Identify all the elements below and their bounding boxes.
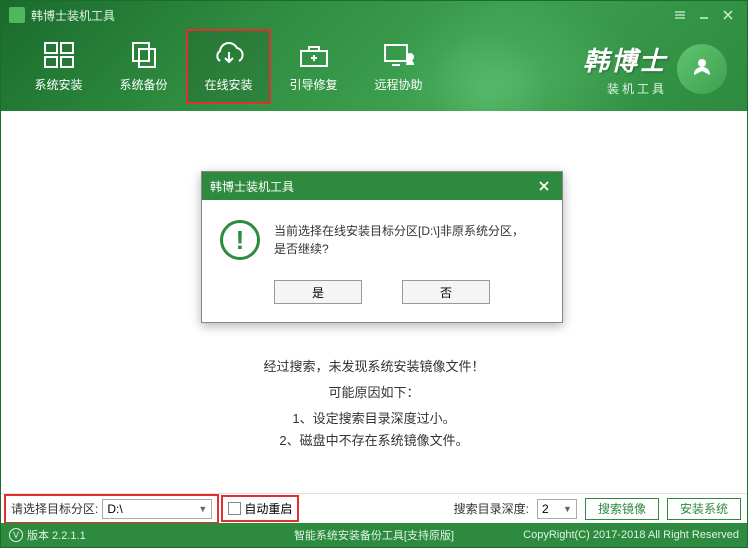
search-depth-value: 2 — [542, 502, 549, 516]
nav-boot-repair[interactable]: 引导修复 — [271, 29, 356, 104]
nav-label: 系统安装 — [34, 76, 82, 93]
version-icon: V — [9, 528, 23, 542]
chevron-down-icon: ▼ — [563, 504, 572, 514]
dialog-yes-button[interactable]: 是 — [274, 280, 362, 304]
auto-reboot-group[interactable]: 自动重启 — [224, 498, 296, 519]
target-partition-value: D:\ — [107, 502, 122, 516]
dialog-titlebar: 韩博士装机工具 — [202, 172, 562, 200]
nav-system-install[interactable]: 系统安装 — [16, 29, 101, 104]
footer: V 版本 2.2.1.1 智能系统安装备份工具[支持原版] CopyRight(… — [1, 523, 747, 547]
copyright-text: CopyRight(C) 2017-2018 All Right Reserve… — [523, 529, 739, 541]
brand-sub: 装机工具 — [583, 80, 667, 97]
titlebar: 韩博士装机工具 — [1, 1, 747, 29]
dialog-line2: 是否继续? — [274, 240, 524, 258]
target-partition-group: 请选择目标分区: D:\ ▼ — [7, 497, 216, 521]
cloud-download-icon — [211, 40, 247, 70]
auto-reboot-label: 自动重启 — [244, 500, 292, 517]
info-icon: ! — [220, 220, 260, 260]
target-partition-select[interactable]: D:\ ▼ — [102, 499, 212, 519]
search-depth-label: 搜索目录深度: — [454, 500, 529, 517]
nav-remote-assist[interactable]: 远程协助 — [356, 29, 441, 104]
search-depth-select[interactable]: 2 ▼ — [537, 499, 577, 519]
dialog-close-button[interactable] — [534, 176, 554, 196]
menu-button[interactable] — [669, 4, 691, 26]
brand-logo-icon — [677, 44, 727, 94]
app-icon — [9, 7, 25, 23]
search-result-message: 经过搜索，未发现系统安装镜像文件！ 可能原因如下： 1、设定搜索目录深度过小。 … — [164, 356, 584, 452]
app-title: 韩博士装机工具 — [31, 7, 667, 24]
header: 韩博士装机工具 系统安装 系统备份 在线安装 引导修复 — [1, 1, 747, 111]
msg-sub: 可能原因如下： — [164, 382, 584, 404]
bottom-toolbar: 请选择目标分区: D:\ ▼ 自动重启 搜索目录深度: 2 ▼ 搜索镜像 安装系… — [1, 493, 747, 523]
dialog-no-button[interactable]: 否 — [402, 280, 490, 304]
chevron-down-icon: ▼ — [198, 504, 207, 514]
copy-icon — [126, 40, 162, 70]
msg-reason-1: 1、设定搜索目录深度过小。 — [164, 408, 584, 430]
dialog-message: 当前选择在线安装目标分区[D:\]非原系统分区， 是否继续? — [274, 220, 524, 260]
dialog-body: ! 当前选择在线安装目标分区[D:\]非原系统分区， 是否继续? — [202, 200, 562, 274]
target-partition-label: 请选择目标分区: — [11, 500, 98, 517]
msg-reason-2: 2、磁盘中不存在系统镜像文件。 — [164, 430, 584, 452]
msg-title: 经过搜索，未发现系统安装镜像文件！ — [164, 356, 584, 378]
app-window: 韩博士装机工具 系统安装 系统备份 在线安装 引导修复 — [0, 0, 748, 548]
brand-name: 韩博士 — [583, 41, 667, 78]
windows-icon — [41, 40, 77, 70]
dialog-title-text: 韩博士装机工具 — [210, 178, 294, 195]
nav-system-backup[interactable]: 系统备份 — [101, 29, 186, 104]
dialog-line1: 当前选择在线安装目标分区[D:\]非原系统分区， — [274, 222, 524, 240]
search-image-button[interactable]: 搜索镜像 — [585, 498, 659, 520]
auto-reboot-checkbox[interactable] — [228, 502, 241, 515]
footer-description: 智能系统安装备份工具[支持原版] — [294, 527, 454, 543]
dialog-buttons: 是 否 — [202, 274, 562, 322]
nav-label: 远程协助 — [374, 76, 422, 93]
confirm-dialog: 韩博士装机工具 ! 当前选择在线安装目标分区[D:\]非原系统分区， 是否继续?… — [201, 171, 563, 323]
nav-label: 引导修复 — [289, 76, 337, 93]
version-text: 版本 2.2.1.1 — [27, 527, 86, 543]
nav-label: 系统备份 — [119, 76, 167, 93]
minimize-button[interactable] — [693, 4, 715, 26]
close-button[interactable] — [717, 4, 739, 26]
toolbox-icon — [296, 40, 332, 70]
nav-label: 在线安装 — [204, 76, 252, 93]
remote-icon — [381, 40, 417, 70]
brand-text: 韩博士 装机工具 — [583, 41, 667, 97]
nav: 系统安装 系统备份 在线安装 引导修复 远程协助 — [16, 29, 441, 104]
brand: 韩博士 装机工具 — [583, 41, 727, 97]
install-system-button[interactable]: 安装系统 — [667, 498, 741, 520]
nav-online-install[interactable]: 在线安装 — [186, 29, 271, 104]
